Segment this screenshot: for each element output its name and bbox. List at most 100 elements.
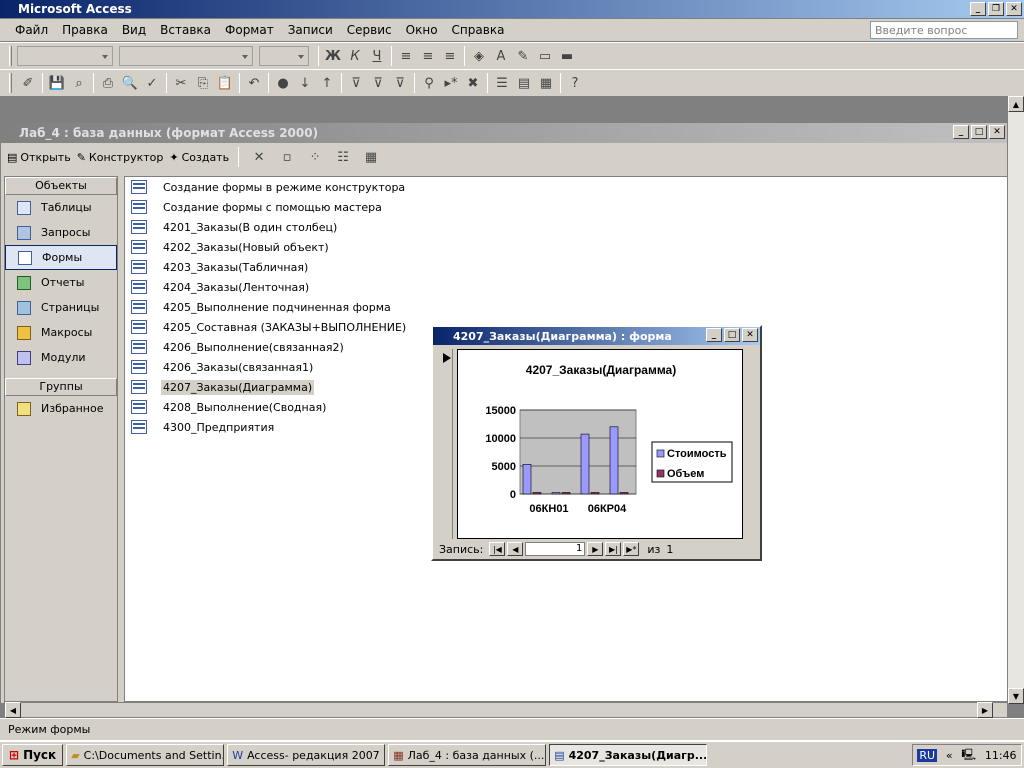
menu-tools[interactable]: Сервис	[340, 23, 399, 37]
new-record-icon[interactable]: ▸*	[440, 72, 462, 94]
properties-icon[interactable]: ☰	[491, 72, 513, 94]
object-pages[interactable]: Страницы	[5, 295, 117, 320]
new-record-nav-icon[interactable]: ▶*	[623, 542, 640, 556]
list-item[interactable]: Создание формы в режиме конструктора	[125, 177, 1007, 197]
size-combo[interactable]	[259, 46, 309, 66]
last-record-icon[interactable]: ▶|	[605, 542, 622, 556]
object-reports[interactable]: Отчеты	[5, 270, 117, 295]
paste-icon[interactable]: 📋	[214, 72, 236, 94]
menu-records[interactable]: Записи	[281, 23, 340, 37]
spelling-icon[interactable]: ✓	[141, 72, 163, 94]
form-maximize-button[interactable]: □	[724, 328, 740, 342]
bold-icon[interactable]: Ж	[322, 45, 344, 67]
underline-icon[interactable]: Ч	[366, 45, 388, 67]
italic-icon[interactable]: К	[344, 45, 366, 67]
filter-selection-icon[interactable]: ⊽	[345, 72, 367, 94]
list-item[interactable]: 4202_Заказы(Новый объект)	[125, 237, 1007, 257]
search-file-icon[interactable]: ⌕	[68, 72, 90, 94]
line-width-icon[interactable]: ▭	[534, 45, 556, 67]
task-word[interactable]: W Access- редакция 2007 ...	[227, 744, 386, 766]
menu-format[interactable]: Формат	[218, 23, 281, 37]
prev-record-icon[interactable]: ◀	[507, 542, 524, 556]
task-explorer[interactable]: ▰ C:\Documents and Settin...	[66, 744, 225, 766]
help-icon[interactable]: ?	[564, 72, 586, 94]
db-maximize-button[interactable]: □	[971, 125, 987, 139]
language-indicator[interactable]: RU	[917, 748, 938, 762]
object-combo[interactable]	[17, 46, 113, 66]
fill-color-icon[interactable]: ◈	[468, 45, 490, 67]
save-icon[interactable]: 💾	[46, 72, 68, 94]
cut-icon[interactable]: ✂	[170, 72, 192, 94]
start-button[interactable]: ⊞ Пуск	[2, 744, 64, 766]
delete-record-icon[interactable]: ✖	[462, 72, 484, 94]
close-button[interactable]: ✕	[1006, 2, 1022, 16]
line-color-icon[interactable]: ✎	[512, 45, 534, 67]
list-item[interactable]: 4203_Заказы(Табличная)	[125, 257, 1007, 277]
font-combo[interactable]	[119, 46, 253, 66]
small-icons-icon[interactable]: ⁘	[304, 146, 326, 168]
db-close-button[interactable]: ✕	[989, 125, 1005, 139]
scroll-right-icon[interactable]: ▶	[977, 702, 993, 718]
group-favorites[interactable]: Избранное	[5, 396, 117, 421]
open-button[interactable]: ▤ Открыть	[7, 151, 71, 164]
delete-icon[interactable]: ✕	[248, 146, 270, 168]
align-center-icon[interactable]: ≡	[417, 45, 439, 67]
db-minimize-button[interactable]: _	[953, 125, 969, 139]
menu-edit[interactable]: Правка	[55, 23, 115, 37]
toolbar-grip[interactable]	[9, 73, 12, 93]
tray-expand-icon[interactable]: «	[946, 749, 953, 762]
new-object-icon[interactable]: ▦	[535, 72, 557, 94]
menu-help[interactable]: Справка	[445, 23, 512, 37]
font-color-icon[interactable]: A	[490, 45, 512, 67]
restore-button[interactable]: ❐	[988, 2, 1004, 16]
object-queries[interactable]: Запросы	[5, 220, 117, 245]
object-macros[interactable]: Макросы	[5, 320, 117, 345]
vertical-scrollbar[interactable]: ▲ ▼	[1008, 96, 1024, 704]
toolbar-grip[interactable]	[9, 46, 12, 66]
undo-icon[interactable]: ↶	[243, 72, 265, 94]
object-forms[interactable]: Формы	[5, 245, 117, 270]
list-item[interactable]: Создание формы с помощью мастера	[125, 197, 1007, 217]
menu-window[interactable]: Окно	[399, 23, 445, 37]
hyperlink-icon[interactable]: ●	[272, 72, 294, 94]
view-icon[interactable]: ✐	[17, 72, 39, 94]
sort-asc-icon[interactable]: ↓	[294, 72, 316, 94]
design-button[interactable]: ✎ Конструктор	[77, 151, 164, 164]
copy-icon[interactable]: ⎘	[192, 72, 214, 94]
find-icon[interactable]: ⚲	[418, 72, 440, 94]
groups-header[interactable]: Группы	[5, 378, 117, 396]
list-item[interactable]: 4205_Выполнение подчиненная форма	[125, 297, 1007, 317]
horizontal-scrollbar[interactable]: ◀ ▶	[4, 702, 1008, 718]
object-tables[interactable]: Таблицы	[5, 195, 117, 220]
border-style-icon[interactable]: ▬	[556, 45, 578, 67]
objects-header[interactable]: Объекты	[5, 177, 117, 195]
network-icon[interactable]: 🖳	[961, 746, 976, 765]
menu-file[interactable]: Файл	[8, 23, 55, 37]
filter-form-icon[interactable]: ⊽	[367, 72, 389, 94]
sort-desc-icon[interactable]: ↑	[316, 72, 338, 94]
print-preview-icon[interactable]: 🔍	[119, 72, 141, 94]
scroll-down-icon[interactable]: ▼	[1008, 688, 1024, 704]
large-icons-icon[interactable]: ▫	[276, 146, 298, 168]
scroll-up-icon[interactable]: ▲	[1008, 96, 1024, 112]
menu-view[interactable]: Вид	[115, 23, 153, 37]
database-window-icon[interactable]: ▤	[513, 72, 535, 94]
task-database[interactable]: ▦ Лаб_4 : база данных (...	[388, 744, 547, 766]
apply-filter-icon[interactable]: ⊽	[389, 72, 411, 94]
list-item[interactable]: 4204_Заказы(Ленточная)	[125, 277, 1007, 297]
scroll-left-icon[interactable]: ◀	[5, 702, 21, 718]
next-record-icon[interactable]: ▶	[587, 542, 604, 556]
task-form[interactable]: ▤ 4207_Заказы(Диагр...	[549, 744, 708, 766]
record-number-field[interactable]: 1	[525, 542, 586, 556]
details-icon[interactable]: ▦	[360, 146, 382, 168]
list-item[interactable]: 4201_Заказы(В один столбец)	[125, 217, 1007, 237]
ask-question-input[interactable]: Введите вопрос	[870, 21, 1018, 39]
record-selector[interactable]	[437, 349, 453, 539]
form-minimize-button[interactable]: _	[706, 328, 722, 342]
form-close-button[interactable]: ✕	[742, 328, 758, 342]
first-record-icon[interactable]: |◀	[489, 542, 506, 556]
align-left-icon[interactable]: ≡	[395, 45, 417, 67]
minimize-button[interactable]: _	[970, 2, 986, 16]
menu-insert[interactable]: Вставка	[153, 23, 218, 37]
list-icon[interactable]: ☷	[332, 146, 354, 168]
